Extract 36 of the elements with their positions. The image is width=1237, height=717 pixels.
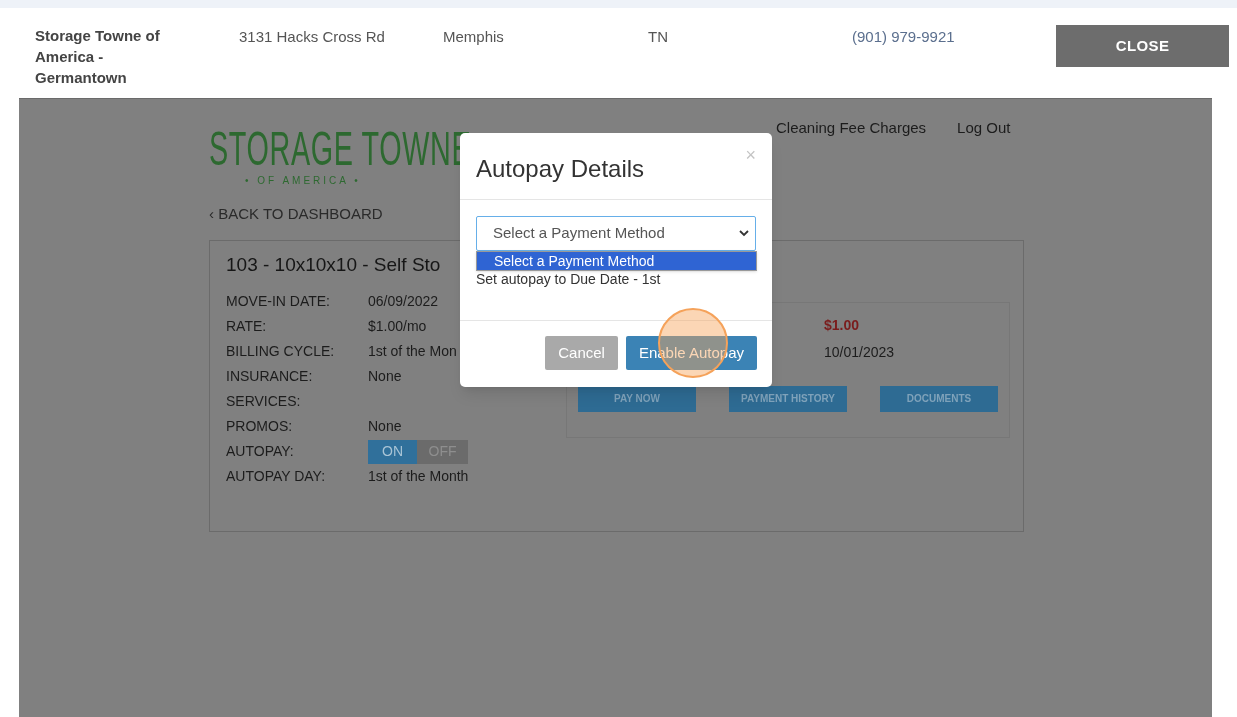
payment-method-select[interactable]: Select a Payment Method (476, 216, 756, 251)
logo-subtitle: • OF AMERICA • (245, 174, 361, 188)
due-date: 10/01/2023 (824, 342, 896, 362)
detail-value: 1st of the Month (368, 467, 469, 486)
billing-button[interactable]: DOCUMENTS (880, 385, 998, 412)
facility-state: TN (648, 27, 669, 47)
detail-label: BILLING CYCLE: (226, 342, 336, 361)
nav-link[interactable]: Cleaning Fee Charges (776, 117, 927, 189)
facility-city: Memphis (443, 27, 505, 47)
amount-due: $1.00 (824, 315, 861, 335)
nav-link[interactable]: Log Out (957, 117, 1011, 189)
cancel-button[interactable]: Cancel (545, 336, 618, 370)
dropdown-option[interactable]: Select a Payment Method (477, 252, 756, 270)
detail-label: MOVE-IN DATE: (226, 292, 331, 311)
detail-label: AUTOPAY: (226, 442, 295, 461)
detail-label: PROMOS: (226, 417, 294, 436)
detail-value: $1.00/mo (368, 317, 427, 336)
detail-label: RATE: (226, 317, 268, 336)
billing-button[interactable]: PAY NOW (578, 385, 696, 412)
detail-value: None (368, 367, 402, 386)
detail-label: SERVICES: (226, 392, 302, 411)
detail-value: None (368, 417, 402, 436)
facility-address: 3131 Hacks Cross Rd (239, 27, 386, 47)
detail-value: 1st of the Mon (368, 342, 457, 361)
facility-name: Storage Towne of America - Germantown (35, 26, 161, 88)
close-button[interactable]: CLOSE (1056, 25, 1229, 67)
autopay-note: Set autopay to Due Date - 1st (476, 270, 662, 289)
toggle-option[interactable]: ON (368, 439, 417, 464)
dialog-title: Autopay Details (476, 154, 645, 184)
unit-title: 103 - 10x10x10 - Self Sto (226, 252, 441, 277)
facility-phone[interactable]: (901) 979-9921 (852, 26, 1056, 49)
chevron-down-icon (739, 230, 749, 237)
detail-value: 06/09/2022 (368, 292, 439, 311)
detail-label: INSURANCE: (226, 367, 314, 386)
detail-label: AUTOPAY DAY: (226, 467, 327, 486)
billing-button[interactable]: PAYMENT HISTORY (729, 385, 847, 412)
